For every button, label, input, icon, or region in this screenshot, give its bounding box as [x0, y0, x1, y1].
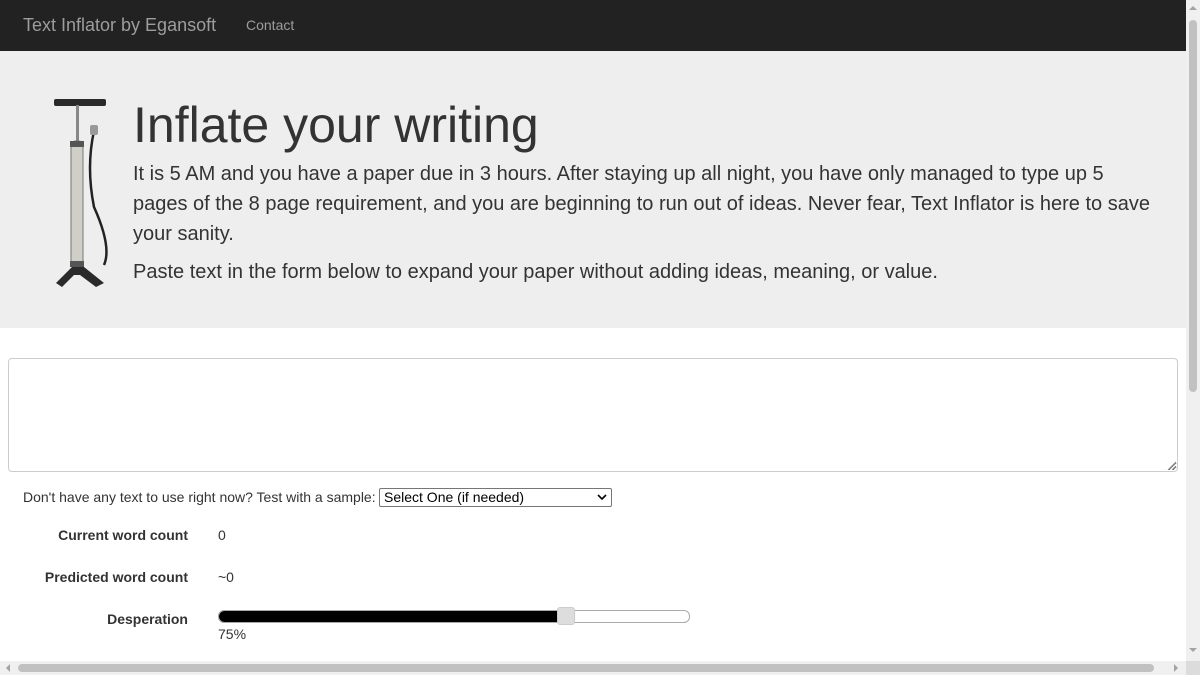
predicted-word-count-label: Predicted word count [44, 569, 188, 585]
sample-select-value: Select One (if needed) [384, 489, 525, 505]
desperation-slider-fill [219, 611, 566, 622]
scroll-up-arrow-icon[interactable] [1189, 4, 1197, 12]
scroll-down-arrow-icon[interactable] [1189, 646, 1197, 654]
current-word-count-value: 0 [218, 527, 226, 543]
current-word-count-label: Current word count [58, 527, 188, 543]
resize-grip-icon[interactable] [1166, 460, 1176, 470]
vertical-scroll-thumb[interactable] [1189, 20, 1197, 392]
horizontal-scroll-thumb[interactable] [18, 664, 1154, 672]
predicted-word-count-value: ~0 [218, 569, 234, 585]
desperation-label: Desperation [107, 611, 188, 627]
chevron-down-icon [597, 494, 607, 501]
desperation-value: 75% [218, 626, 247, 642]
hero-intro: It is 5 AM and you have a paper due in 3… [133, 163, 1150, 245]
input-text-area[interactable] [8, 358, 1178, 472]
scroll-right-arrow-icon[interactable] [1172, 664, 1180, 672]
horizontal-scrollbar[interactable] [0, 661, 1186, 675]
desperation-slider-handle[interactable] [557, 607, 575, 625]
nav-link-contact[interactable]: Contact [246, 17, 294, 33]
desperation-slider[interactable] [218, 607, 690, 625]
sample-select[interactable]: Select One (if needed) [379, 488, 612, 507]
scroll-left-arrow-icon[interactable] [4, 664, 12, 672]
navbar-brand[interactable]: Text Inflator by Egansoft [23, 15, 216, 35]
page-title: Inflate your writing [133, 97, 539, 153]
navbar: Text Inflator by Egansoft Contact [0, 0, 1186, 51]
sample-prompt: Don't have any text to use right now? Te… [23, 489, 376, 505]
hero-instruction: Paste text in the form below to expand y… [133, 261, 938, 283]
vertical-scrollbar[interactable] [1186, 0, 1200, 661]
bicycle-pump-icon [54, 99, 108, 287]
scrollbar-corner [1186, 661, 1200, 675]
hero-section: Inflate your writing It is 5 AM and you … [0, 51, 1186, 328]
